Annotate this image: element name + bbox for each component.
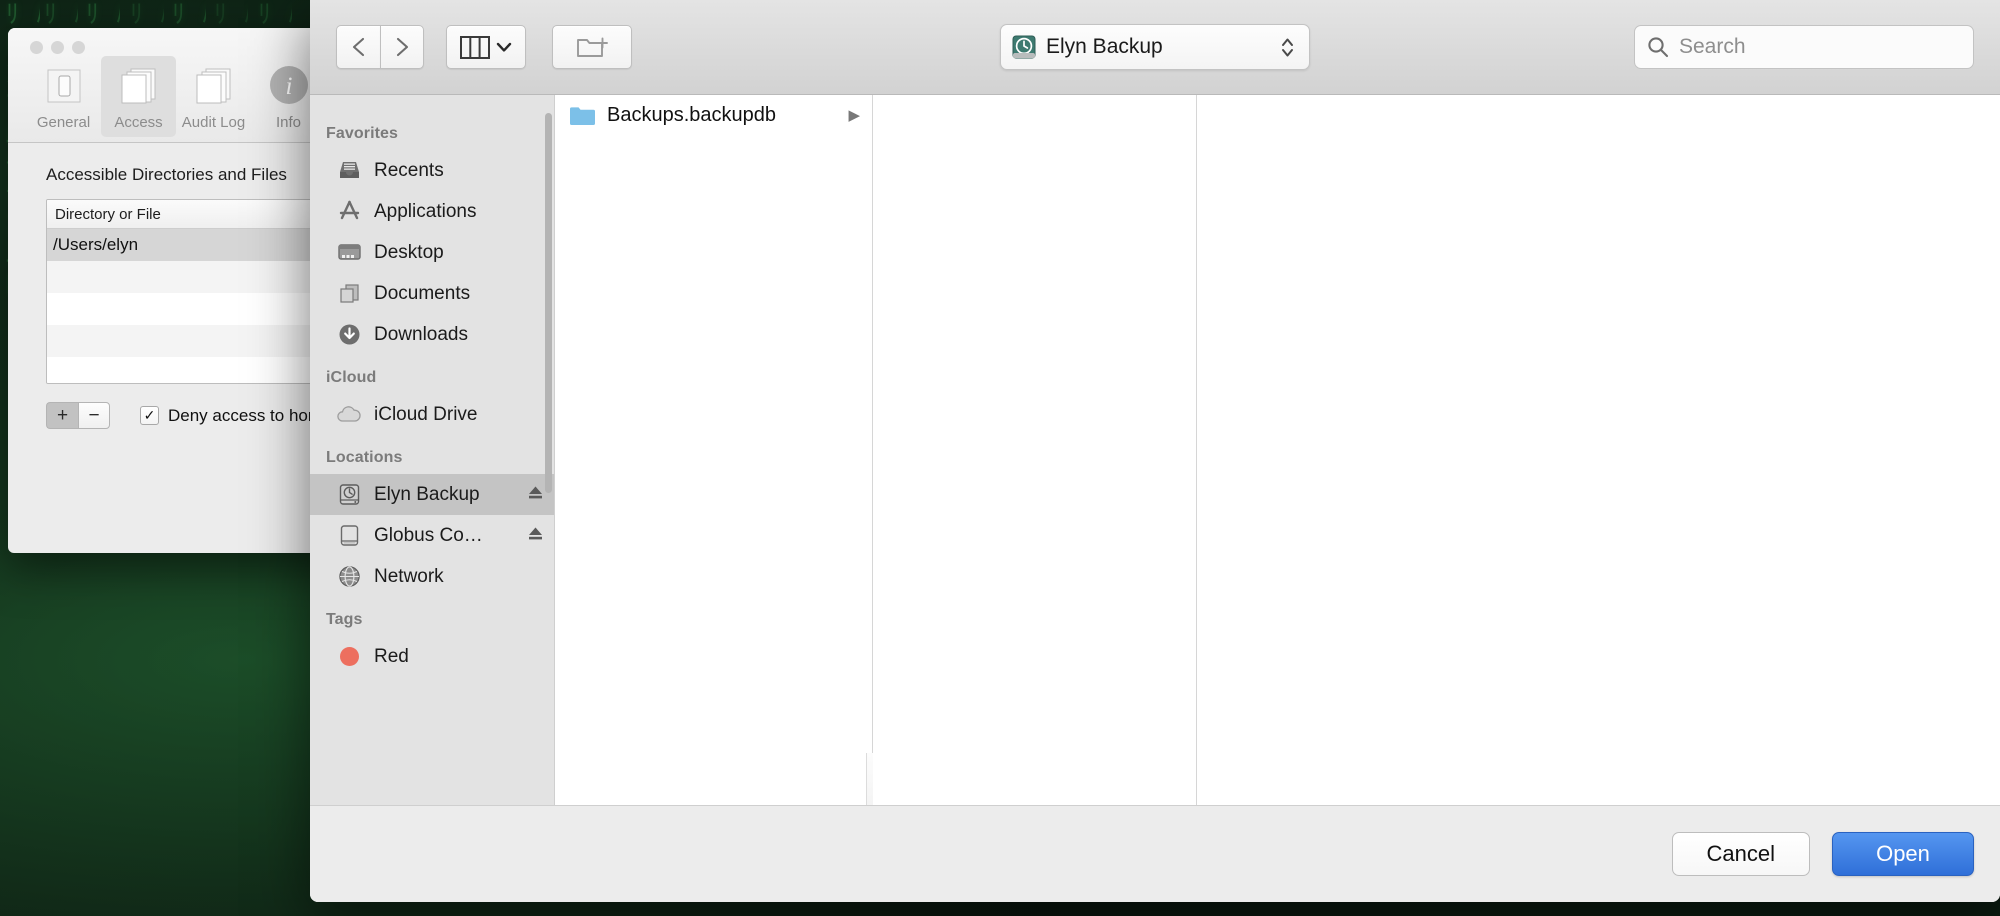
svg-text:i: i bbox=[285, 73, 292, 100]
browser-column-1[interactable]: Backups.backupdb ▶ bbox=[555, 95, 894, 805]
dialog-footer: Cancel Open bbox=[310, 805, 2000, 902]
open-button[interactable]: Open bbox=[1832, 832, 1974, 876]
window-traffic-lights[interactable] bbox=[30, 41, 85, 54]
tab-label: General bbox=[36, 114, 91, 131]
view-mode-button[interactable] bbox=[446, 25, 526, 69]
sidebar-section-locations: Locations bbox=[326, 449, 403, 466]
sidebar[interactable]: Favorites Recents Applications Desktop D… bbox=[310, 95, 555, 805]
back-button[interactable] bbox=[336, 25, 380, 69]
sidebar-item-label: Globus Co… bbox=[374, 524, 483, 546]
cancel-button[interactable]: Cancel bbox=[1671, 832, 1810, 876]
location-popup-button[interactable]: Elyn Backup bbox=[1000, 24, 1310, 70]
file-name: Backups.backupdb bbox=[607, 103, 777, 126]
minimize-button[interactable] bbox=[51, 41, 64, 54]
forward-button[interactable] bbox=[380, 25, 424, 69]
sidebar-item-downloads[interactable]: Downloads bbox=[310, 314, 554, 355]
sidebar-item-label: Desktop bbox=[374, 241, 444, 263]
sidebar-item-label: Red bbox=[374, 645, 409, 667]
sidebar-item-documents[interactable]: Documents bbox=[310, 273, 554, 314]
network-globe-icon bbox=[336, 564, 362, 590]
open-file-dialog[interactable]: Elyn Backup Search Favorites Recents App… bbox=[310, 0, 2000, 902]
preferences-tab-bar[interactable]: General Access Audit Log i Info bbox=[26, 56, 326, 137]
recents-tray-icon bbox=[336, 158, 362, 184]
sidebar-item-label: Recents bbox=[374, 159, 444, 181]
sidebar-item-label: iCloud Drive bbox=[374, 403, 478, 425]
list-item[interactable]: Backups.backupdb ▶ bbox=[555, 95, 872, 135]
documents-pages-icon bbox=[336, 281, 362, 307]
switch-icon bbox=[26, 60, 101, 112]
tab-general[interactable]: General bbox=[26, 56, 101, 137]
search-icon bbox=[1648, 37, 1669, 58]
add-path-button[interactable]: + bbox=[46, 402, 78, 429]
tab-label: Access bbox=[114, 114, 163, 131]
sidebar-item-applications[interactable]: Applications bbox=[310, 191, 554, 232]
stepper-icon[interactable] bbox=[1279, 35, 1296, 60]
new-folder-icon bbox=[576, 37, 608, 57]
browser-column-3[interactable] bbox=[1197, 95, 2000, 805]
chevron-left-icon bbox=[352, 37, 364, 57]
chevron-right-icon bbox=[396, 37, 409, 57]
dialog-toolbar: Elyn Backup Search bbox=[310, 0, 2000, 95]
browser-column-2[interactable] bbox=[873, 95, 1197, 805]
sidebar-item-label: Downloads bbox=[374, 323, 468, 345]
time-machine-disk-icon bbox=[336, 482, 362, 508]
navigation-buttons[interactable] bbox=[336, 25, 424, 69]
disclosure-arrow-icon[interactable]: ▶ bbox=[848, 106, 860, 124]
sidebar-item-label: Applications bbox=[374, 200, 477, 222]
cloud-icon bbox=[336, 402, 362, 428]
new-folder-button[interactable] bbox=[552, 25, 632, 69]
sidebar-section-favorites: Favorites bbox=[326, 125, 399, 142]
sidebar-item-icloud-drive[interactable]: iCloud Drive bbox=[310, 394, 554, 435]
sidebar-section-icloud: iCloud bbox=[326, 369, 377, 386]
eject-icon[interactable] bbox=[527, 484, 544, 506]
downloads-arrow-icon bbox=[336, 322, 362, 348]
zoom-button[interactable] bbox=[72, 41, 85, 54]
tab-access[interactable]: Access bbox=[101, 56, 176, 137]
sidebar-item-tag-red[interactable]: Red bbox=[310, 636, 554, 677]
column-view-icon bbox=[460, 35, 490, 59]
desktop-monitor-icon bbox=[336, 240, 362, 266]
sidebar-item-label: Network bbox=[374, 565, 444, 587]
column-browser[interactable]: Backups.backupdb ▶ bbox=[555, 95, 2000, 805]
blue-folder-icon bbox=[569, 105, 595, 126]
deny-access-checkbox[interactable]: ✓ bbox=[140, 406, 159, 425]
sidebar-item-globus[interactable]: Globus Co… bbox=[310, 515, 554, 556]
time-machine-disk-icon bbox=[1012, 35, 1036, 59]
sidebar-item-recents[interactable]: Recents bbox=[310, 150, 554, 191]
sidebar-item-label: Documents bbox=[374, 282, 471, 304]
dialog-body: Favorites Recents Applications Desktop D… bbox=[310, 95, 2000, 805]
search-placeholder: Search bbox=[1679, 35, 1746, 58]
hard-disk-icon bbox=[336, 523, 362, 549]
applications-icon bbox=[336, 199, 362, 225]
close-button[interactable] bbox=[30, 41, 43, 54]
sidebar-scrollbar[interactable] bbox=[545, 113, 552, 493]
sidebar-item-network[interactable]: Network bbox=[310, 556, 554, 597]
documents-icon bbox=[176, 60, 251, 112]
tab-label: Audit Log bbox=[181, 114, 246, 131]
sidebar-item-desktop[interactable]: Desktop bbox=[310, 232, 554, 273]
documents-icon bbox=[101, 60, 176, 112]
remove-path-button[interactable]: − bbox=[78, 402, 110, 429]
eject-icon[interactable] bbox=[527, 525, 544, 547]
sidebar-item-elyn-backup[interactable]: Elyn Backup bbox=[310, 474, 554, 515]
chevron-down-icon bbox=[496, 42, 512, 52]
location-title: Elyn Backup bbox=[1046, 35, 1163, 58]
sidebar-section-tags: Tags bbox=[326, 611, 363, 628]
sidebar-item-label: Elyn Backup bbox=[374, 483, 480, 505]
red-tag-dot-icon bbox=[336, 644, 362, 670]
tab-audit-log[interactable]: Audit Log bbox=[176, 56, 251, 137]
search-input[interactable]: Search bbox=[1634, 25, 1974, 69]
